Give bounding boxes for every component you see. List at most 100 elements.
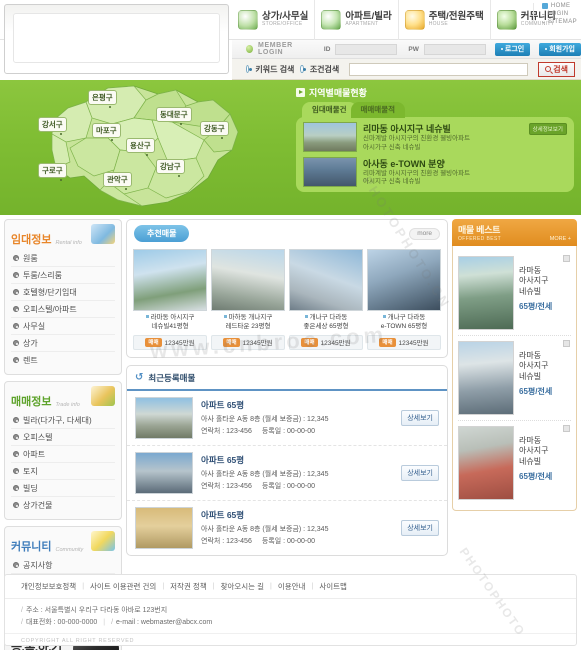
tab-rental-listings[interactable]: 임대매물건 [302, 102, 357, 118]
sidebar-item-notice[interactable]: 공지사항 [11, 557, 115, 574]
property-card[interactable]: 개나구 다라동 e-TOWN 65평형 매매 12345만원 [367, 249, 441, 350]
region-listing-item[interactable]: 리마동 아시지구 네슈빌 상세정보보기 신마계발 아시지구의 친환경 웰빙아파트… [303, 122, 567, 153]
signup-button[interactable]: 회원가입 [539, 42, 581, 56]
sidebar-item-oneroom[interactable]: 원룸 [11, 250, 115, 267]
sidebar-item-apartment[interactable]: 아파트 [11, 446, 115, 463]
deal-type-tag: 매매 [301, 337, 318, 347]
sidebar-item-store[interactable]: 상가 [11, 335, 115, 352]
best-name-line3: 네슈빌 [519, 371, 542, 381]
detail-button[interactable]: 상세보기 [401, 519, 439, 536]
checkbox-icon[interactable] [563, 425, 570, 432]
store-icon [238, 10, 258, 30]
nav-item-apartment[interactable]: 아파트/빌라 APARTMENT [314, 0, 397, 40]
list-item[interactable]: 라마동 아사지구 네슈빌 65평/전세 [458, 336, 571, 421]
nav-item-house[interactable]: 주택/전원주택 HOUSE [397, 0, 490, 40]
utility-links: HOME LOGIN SITEMAP [532, 3, 577, 25]
card-line1: 마하동 개나지구 [228, 314, 273, 321]
best-more-button[interactable]: MORE + [550, 236, 571, 242]
region-listing-item[interactable]: 아사동 e-TOWN 분양 리마계발 아시지구의 친환경 웰빙아파트 아시지구 … [303, 156, 567, 188]
util-link-login[interactable]: LOGIN [541, 11, 577, 17]
list-item[interactable]: 라마동 아사지구 네슈빌 65평/전세 [458, 251, 571, 336]
footer-email: e-mail : webmaster@abcx.com [116, 618, 213, 626]
listing-contact: 연락처 : 123-456 [201, 537, 252, 545]
sidebar-item-rent[interactable]: 렌트 [11, 352, 115, 368]
center-column: 추천매물 more 라마동 아시지구 네슈빌41평형 매매 12345만원 마하동 … [126, 219, 448, 563]
detail-button[interactable]: 상세보기 [401, 464, 439, 481]
password-input[interactable] [423, 43, 486, 55]
sidebar-item-villa[interactable]: 빌라(다가구, 다세대) [11, 412, 115, 429]
util-link-sitemap[interactable]: SITEMAP [541, 19, 577, 25]
seoul-district-map[interactable]: 은평구 동대문구 강서구 마포구 강동구 용산구 구로구 강남구 관악구 [8, 80, 290, 215]
nav-item-store-office[interactable]: 상가/사무실 STORE/OFFICE [232, 0, 314, 40]
search-button[interactable]: 검색 [538, 61, 575, 77]
map-label-gangdong[interactable]: 강동구 [200, 121, 229, 136]
search-button-label: 검색 [553, 64, 568, 74]
checkbox-icon[interactable] [563, 340, 570, 347]
region-detail-badge[interactable]: 상세정보보기 [528, 122, 567, 135]
footer-address: 주소 : 서울특별시 우리구 다라동 아바로 123번지 [25, 607, 168, 614]
property-image [133, 249, 207, 311]
listing-name: 아파트 65평 [201, 455, 245, 466]
best-name-line1: 라마동 [519, 351, 542, 360]
map-dot [60, 133, 62, 135]
checkbox-icon[interactable] [563, 255, 570, 262]
menu-label: 사무실 [23, 321, 46, 331]
map-label-dongdaemun[interactable]: 동대문구 [156, 107, 192, 122]
map-label-gwanak[interactable]: 관악구 [103, 172, 132, 187]
footer-link-directions[interactable]: 찾아오시는 길 [221, 581, 264, 592]
sidebar-item-building[interactable]: 빌딩 [11, 480, 115, 497]
detail-button[interactable]: 상세보기 [401, 409, 439, 426]
best-spec: 65평/전세 [519, 302, 553, 312]
sidebar-item-officetel-apartment[interactable]: 오피스텔/아파트 [11, 301, 115, 318]
footer-link-copyright-policy[interactable]: 저작권 정책 [170, 581, 207, 592]
property-card[interactable]: 마하동 개나지구 레드타운 23평형 매매 12345만원 [211, 249, 285, 350]
footer-link-suggestion[interactable]: 사이트 이용관련 건의 [90, 581, 156, 592]
sidebar-item-land[interactable]: 토지 [11, 463, 115, 480]
property-card[interactable]: 개나구 다라동 좋은세상 65평형 매매 12345만원 [289, 249, 363, 350]
sidebar-item-tworoom[interactable]: 투룸/스리룸 [11, 267, 115, 284]
table-row[interactable]: 아파트 65평 아사 홀타운 A동 8층 (월세 보증금) : 12,345 연… [127, 446, 447, 501]
table-row[interactable]: 아파트 65평 아사 홀타운 A동 8층 (월세 보증금) : 12,345 연… [127, 501, 447, 555]
card-line1: 라마동 아시지구 [150, 314, 195, 321]
map-dot [180, 123, 182, 125]
sidebar-item-commercial-building[interactable]: 상가건물 [11, 497, 115, 513]
search-icon [545, 66, 552, 72]
member-login-bar: MEMBER LOGIN ID PW 로그인 회원가입 [232, 40, 581, 59]
search-input[interactable] [349, 62, 529, 76]
login-button[interactable]: 로그인 [494, 42, 531, 56]
map-label-mapo[interactable]: 마포구 [92, 123, 121, 138]
map-dot [146, 154, 148, 156]
recommended-more-button[interactable]: more [409, 227, 440, 240]
sidebar-item-office[interactable]: 사무실 [11, 318, 115, 335]
id-input[interactable] [335, 43, 398, 55]
best-spec: 65평/전세 [519, 387, 553, 397]
menu-label: 상가 [23, 338, 38, 348]
sidebar-item-hotel-shortterm[interactable]: 호텔형/단기임대 [11, 284, 115, 301]
map-label-gangseo[interactable]: 강서구 [38, 117, 67, 132]
util-link-home[interactable]: HOME [541, 3, 577, 9]
property-card[interactable]: 라마동 아시지구 네슈빌41평형 매매 12345만원 [133, 249, 207, 350]
footer-address-block: / 주소 : 서울특별시 우리구 다라동 아바로 123번지 / 대표전화 : 00… [21, 607, 213, 626]
listing-desc: 아사 홀타운 A동 8층 (월세 보증금) : 12,345 [201, 415, 329, 423]
card-line2: e-TOWN 65평형 [380, 322, 428, 330]
tab-sale-listings[interactable]: 매매매물적 [350, 102, 405, 118]
deal-type-tag: 매매 [145, 337, 162, 347]
map-label-yongsan[interactable]: 용산구 [126, 138, 155, 153]
list-item[interactable]: 라마동 아사지구 네슈빌 65평/전세 [458, 421, 571, 505]
table-row[interactable]: 아파트 65평 아사 홀타운 A동 8층 (월세 보증금) : 12,345 연… [127, 391, 447, 446]
region-tabs: 임대매물건 매매매물적 [302, 102, 574, 118]
sidebar-item-officetel[interactable]: 오피스텔 [11, 429, 115, 446]
map-dot [178, 175, 180, 177]
keyword-search-radio[interactable] [246, 65, 253, 73]
map-label-eunpyeong[interactable]: 은평구 [88, 90, 117, 105]
map-label-gangnam[interactable]: 강남구 [156, 159, 185, 174]
site-logo[interactable] [4, 4, 229, 74]
condition-search-radio[interactable] [300, 65, 307, 73]
footer-link-guide[interactable]: 이용안내 [278, 581, 306, 592]
map-label-guro[interactable]: 구로구 [38, 163, 67, 178]
footer-link-privacy[interactable]: 개인정보보호정책 [21, 581, 76, 592]
best-name-line2: 아사지구 [519, 361, 549, 371]
best-thumbnail [458, 341, 514, 415]
bullet-icon [13, 451, 19, 457]
footer-link-sitemap[interactable]: 사이트맵 [319, 581, 347, 592]
